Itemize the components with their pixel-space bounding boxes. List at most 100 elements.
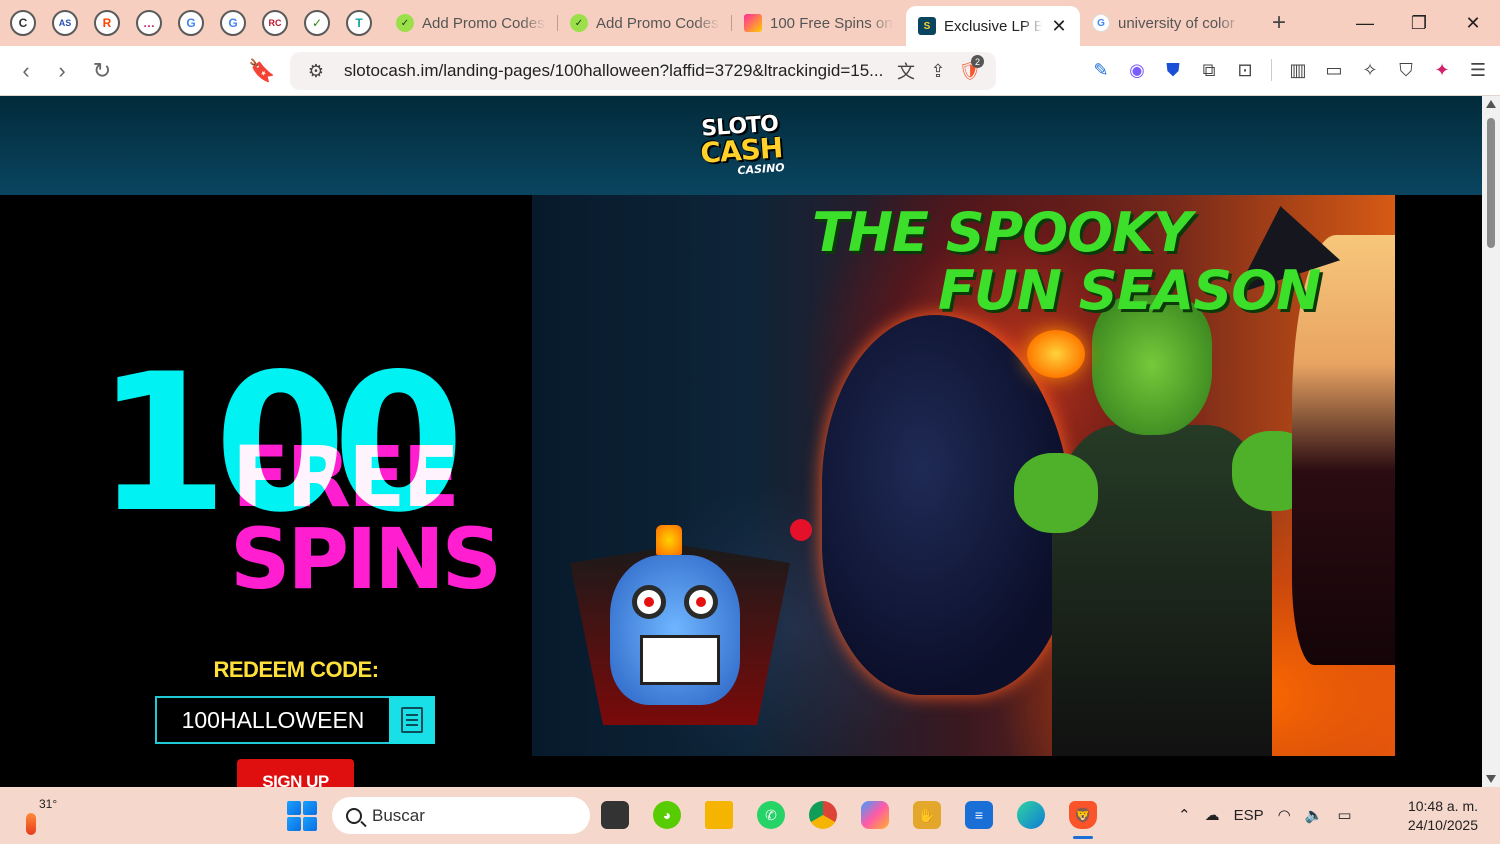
- brave-shields-icon[interactable]: 🛡 2: [954, 55, 986, 87]
- page-scrollbar[interactable]: [1482, 96, 1500, 787]
- address-bar[interactable]: ⚙ slotocash.im/landing-pages/100hallowee…: [290, 52, 996, 90]
- promo-panel: 100 FREE SPINS REDEEM CODE: 100HALLOWEEN…: [0, 195, 532, 787]
- thermometer-icon: [26, 813, 36, 835]
- onedrive-offline-icon[interactable]: ☁: [1205, 806, 1220, 824]
- taskbar-app-files-dark[interactable]: [596, 795, 634, 835]
- url-text[interactable]: slotocash.im/landing-pages/100halloween?…: [344, 61, 890, 81]
- vpn-icon[interactable]: ⛉: [1390, 54, 1422, 86]
- tab-title: university of color: [1118, 14, 1235, 32]
- language-indicator[interactable]: ESP: [1234, 807, 1264, 824]
- tab-add-promo-codes-1[interactable]: ✓ Add Promo Codes: [384, 4, 558, 42]
- taskbar-app-chrome[interactable]: [804, 795, 842, 835]
- pinned-tab-asb[interactable]: AS: [46, 4, 84, 42]
- asb-icon: AS: [52, 10, 78, 36]
- wifi-icon[interactable]: ◠: [1278, 806, 1291, 824]
- scroll-down-arrow-icon[interactable]: [1486, 775, 1496, 783]
- taskbar-app-folder[interactable]: [700, 795, 738, 835]
- pinned-tab-t[interactable]: T: [340, 4, 378, 42]
- restore-button[interactable]: ❐: [1392, 0, 1446, 46]
- leo-ai-icon[interactable]: ✧: [1354, 54, 1386, 86]
- close-window-button[interactable]: ✕: [1446, 0, 1500, 46]
- taskbar-app-copilot[interactable]: [856, 795, 894, 835]
- taskbar-app-brave[interactable]: 🦁: [1064, 795, 1102, 839]
- tab-university-of-color[interactable]: G university of color: [1080, 4, 1254, 42]
- robot-eye-left: [632, 585, 666, 619]
- pumpkin-illustration: [1027, 330, 1085, 378]
- spins-icon: [744, 14, 762, 32]
- tab-title: Add Promo Codes: [596, 14, 719, 32]
- pinned-tab-rc[interactable]: RC: [256, 4, 294, 42]
- pinned-tab-promo[interactable]: ✓: [298, 4, 336, 42]
- purple-extension-icon[interactable]: ◉: [1121, 54, 1153, 86]
- windows-logo-tile: [303, 801, 317, 815]
- taskbar-app-notepad[interactable]: ≡: [960, 795, 998, 835]
- battery-icon[interactable]: ▭: [1337, 806, 1351, 824]
- reddit-icon: R: [94, 10, 120, 36]
- pinned-tab-cashback[interactable]: C: [4, 4, 42, 42]
- taskbar-clock[interactable]: 10:48 a. m. 24/10/2025: [1408, 797, 1478, 835]
- pinned-tab-reddit[interactable]: R: [88, 4, 126, 42]
- volume-icon[interactable]: 🔈: [1305, 806, 1324, 824]
- taskbar-app-edge[interactable]: [1012, 795, 1050, 835]
- pinned-tab-chat[interactable]: …: [130, 4, 168, 42]
- edge-icon: [1017, 801, 1045, 829]
- weather-temperature: 31°: [39, 797, 58, 811]
- promo-code-field[interactable]: 100HALLOWEEN: [155, 696, 391, 744]
- extensions-puzzle-icon[interactable]: ⧉: [1193, 54, 1225, 86]
- halloween-banner: THE SPOOKY FUN SEASON: [532, 195, 1395, 756]
- scrollbar-thumb[interactable]: [1487, 118, 1495, 248]
- share-icon[interactable]: ⇪: [922, 55, 954, 87]
- chat-icon: …: [136, 10, 162, 36]
- sign-up-button[interactable]: SIGN UP: [237, 759, 354, 787]
- menu-icon[interactable]: ☰: [1462, 54, 1494, 86]
- tray-overflow-chevron-icon[interactable]: ⌃: [1178, 806, 1191, 824]
- system-tray: ⌃ ☁ ESP ◠ 🔈 ▭: [1178, 795, 1352, 835]
- pinned-tab-google-lens[interactable]: G: [172, 4, 210, 42]
- minimize-button[interactable]: —: [1338, 0, 1392, 46]
- screenshot-icon[interactable]: ⊡: [1229, 54, 1261, 86]
- forward-button[interactable]: ›: [44, 53, 80, 89]
- google-lens-icon: G: [178, 10, 204, 36]
- sidebar-icon[interactable]: ▥: [1282, 54, 1314, 86]
- bookmark-icon[interactable]: 🔖: [244, 53, 280, 89]
- new-tab-button[interactable]: +: [1262, 6, 1296, 40]
- brave-icon: 🦁: [1069, 801, 1097, 829]
- wallet-icon[interactable]: ▭: [1318, 54, 1350, 86]
- copy-code-button[interactable]: [389, 696, 435, 744]
- reload-button[interactable]: ↻: [84, 53, 120, 89]
- clock-date: 24/10/2025: [1407, 817, 1478, 833]
- taskbar-search[interactable]: Buscar: [332, 797, 590, 834]
- taskbar-app-hand[interactable]: ✋: [908, 795, 946, 835]
- tab-100-free-spins[interactable]: 100 Free Spins on: [732, 4, 906, 42]
- scroll-up-arrow-icon[interactable]: [1486, 100, 1496, 108]
- whatsapp-icon: ✆: [757, 801, 785, 829]
- banner-title-line-1: THE SPOOKY: [812, 201, 1192, 264]
- robot-mouth: [640, 635, 720, 685]
- tab-title: 100 Free Spins on: [770, 14, 893, 32]
- translate-icon[interactable]: 文: [890, 55, 922, 87]
- promo-check-icon: ✓: [396, 14, 414, 32]
- robot-mascot-illustration: [570, 519, 812, 725]
- rewards-icon[interactable]: ✦: [1426, 54, 1458, 86]
- monster-hand-left: [1014, 453, 1098, 533]
- taskbar-app-duolingo[interactable]: ◕: [648, 795, 686, 835]
- edit-extension-icon[interactable]: ✎: [1085, 54, 1117, 86]
- slotocash-logo[interactable]: SLOTO CASH CASINO: [690, 104, 791, 187]
- shield-extension-icon[interactable]: ⛊: [1157, 54, 1189, 86]
- google-icon: G: [220, 10, 246, 36]
- search-icon: [346, 807, 362, 824]
- taskbar-app-whatsapp[interactable]: ✆: [752, 795, 790, 835]
- start-button[interactable]: [287, 801, 317, 831]
- shield-count-badge: 2: [971, 55, 984, 68]
- folder-icon: [705, 801, 733, 829]
- tab-title: Exclusive LP B: [944, 17, 1042, 35]
- site-settings-icon[interactable]: ⚙: [300, 55, 332, 87]
- tab-exclusive-lp[interactable]: S Exclusive LP B ✕: [906, 6, 1080, 46]
- back-button[interactable]: ‹: [8, 53, 44, 89]
- tab-add-promo-codes-2[interactable]: ✓ Add Promo Codes: [558, 4, 732, 42]
- slotocash-icon: S: [918, 17, 936, 35]
- close-tab-icon[interactable]: ✕: [1050, 16, 1068, 37]
- pinned-tab-google[interactable]: G: [214, 4, 252, 42]
- browser-toolbar: ‹ › ↻ 🔖 ⚙ slotocash.im/landing-pages/100…: [0, 46, 1500, 96]
- weather-widget[interactable]: 31°: [20, 795, 64, 837]
